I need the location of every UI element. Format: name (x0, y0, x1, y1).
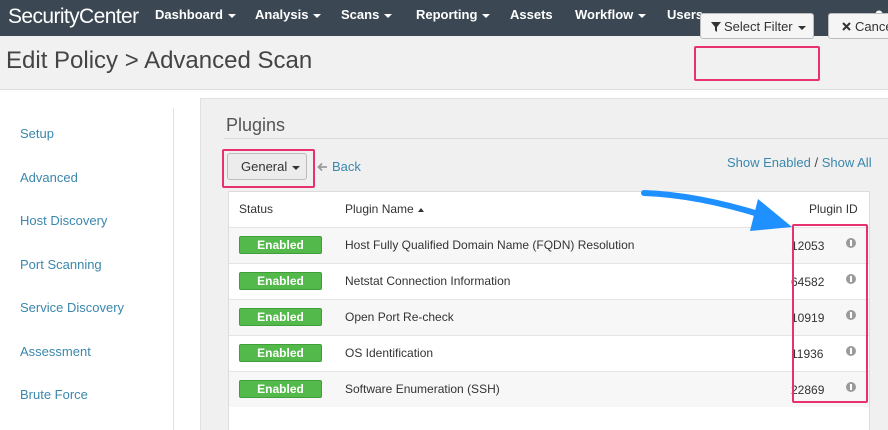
status-badge[interactable]: Enabled (239, 272, 322, 290)
table-row[interactable]: Enabled Open Port Re-check 10919 (229, 299, 869, 335)
plugin-name: Software Enumeration (SSH) (345, 382, 500, 396)
column-header-status[interactable]: Status (239, 202, 273, 216)
status-badge[interactable]: Enabled (239, 380, 322, 398)
caret-down-icon (797, 25, 806, 30)
nav-assets[interactable]: Assets (510, 7, 553, 22)
annotation-arrow-icon (641, 190, 792, 231)
status-badge[interactable]: Enabled (239, 344, 322, 362)
highlight-box-plugin-ids (792, 224, 868, 403)
page-title: Edit Policy > Advanced Scan (6, 47, 313, 74)
plugin-name: OS Identification (345, 346, 434, 360)
nav-reporting[interactable]: Reporting (416, 7, 491, 22)
sidebar-item-assessment[interactable]: Assessment (20, 344, 91, 359)
cancel-button[interactable]: Cance (828, 13, 888, 39)
sidebar-divider (173, 108, 174, 430)
sidebar-item-brute-force[interactable]: Brute Force (20, 387, 88, 402)
status-badge[interactable]: Enabled (239, 236, 322, 254)
nav-reporting-label: Reporting (416, 7, 478, 22)
nav-analysis[interactable]: Analysis (255, 7, 322, 22)
back-link[interactable]: Back (317, 159, 361, 174)
table-row[interactable]: Enabled OS Identification 11936 (229, 335, 869, 371)
status-badge[interactable]: Enabled (239, 308, 322, 326)
filter-icon (711, 22, 721, 32)
nav-assets-label: Assets (510, 7, 553, 22)
column-header-plugin-name[interactable]: Plugin Name (345, 202, 424, 216)
nav-scans[interactable]: Scans (341, 7, 393, 22)
table-row[interactable]: Enabled Software Enumeration (SSH) 22869 (229, 371, 869, 407)
caret-down-icon (292, 165, 301, 170)
caret-down-icon (482, 13, 491, 18)
nav-dashboard-label: Dashboard (155, 7, 223, 22)
caret-down-icon (638, 13, 647, 18)
nav-workflow-label: Workflow (575, 7, 634, 22)
sidebar-item-setup[interactable]: Setup (20, 126, 54, 141)
sidebar-item-host-discovery[interactable]: Host Discovery (20, 213, 107, 228)
arrow-left-icon (317, 162, 327, 172)
nav-users-label: Users (667, 7, 704, 22)
caret-down-icon (384, 13, 393, 18)
select-filter-button[interactable]: Select Filter (700, 13, 814, 39)
caret-down-icon (313, 13, 322, 18)
nav-scans-label: Scans (341, 7, 380, 22)
nav-dashboard[interactable]: Dashboard (155, 7, 236, 22)
show-enabled-link[interactable]: Show Enabled (727, 155, 811, 170)
show-all-link[interactable]: Show All (822, 155, 872, 170)
family-select-button[interactable]: General (227, 153, 307, 180)
plugin-name: Host Fully Qualified Domain Name (FQDN) … (345, 238, 635, 252)
back-label: Back (332, 159, 361, 174)
select-filter-label: Select Filter (724, 19, 793, 34)
show-links: Show Enabled / Show All (727, 155, 872, 170)
show-links-separator: / (814, 155, 819, 170)
plugins-title: Plugins (226, 115, 286, 135)
sidebar-item-service-discovery[interactable]: Service Discovery (20, 300, 124, 315)
column-header-plugin-id[interactable]: Plugin ID (809, 202, 858, 216)
plugin-name-header-label: Plugin Name (345, 202, 414, 216)
table-row[interactable]: Enabled Netstat Connection Information 6… (229, 263, 869, 299)
nav-analysis-label: Analysis (255, 7, 309, 22)
title-divider (224, 138, 888, 139)
close-icon (842, 22, 851, 31)
highlight-box-select-filter (694, 46, 820, 81)
plugin-name: Netstat Connection Information (345, 274, 511, 288)
sort-ascending-icon (417, 207, 424, 212)
nav-workflow[interactable]: Workflow (575, 7, 647, 22)
sidebar-item-advanced[interactable]: Advanced (20, 170, 78, 185)
plugin-name: Open Port Re-check (345, 310, 454, 324)
family-select-label: General (241, 159, 288, 174)
sidebar-item-port-scanning[interactable]: Port Scanning (20, 257, 102, 272)
cancel-label: Cance (855, 19, 888, 34)
brand-logo[interactable]: SecurityCenter (8, 5, 139, 29)
caret-down-icon (227, 13, 236, 18)
